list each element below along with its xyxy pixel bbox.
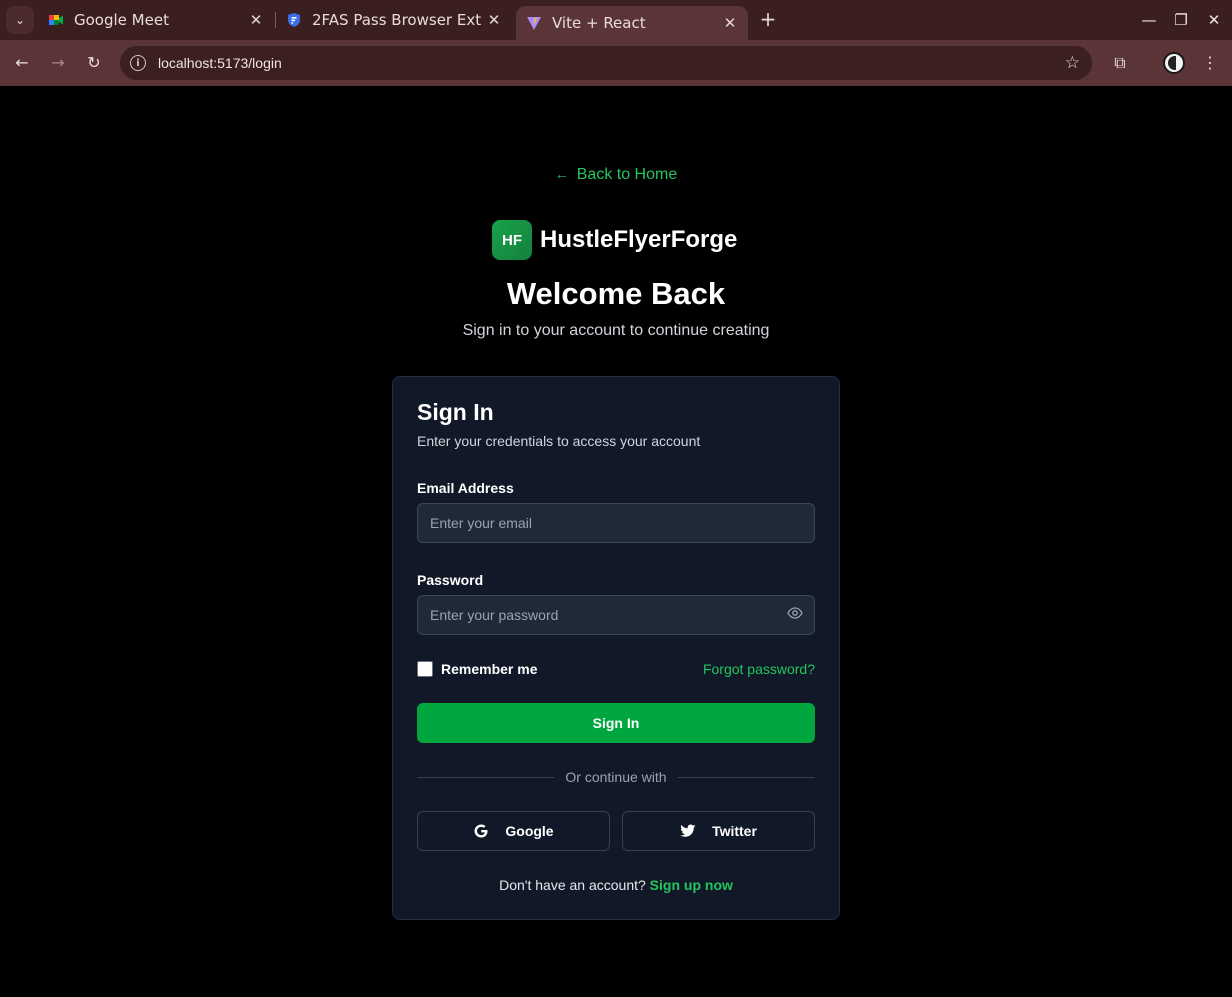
tab-title: Google Meet	[74, 11, 169, 29]
sign-in-button[interactable]: Sign In	[417, 703, 815, 743]
card-title: Sign In	[417, 399, 494, 425]
back-link-label: Back to Home	[576, 166, 678, 183]
browser-tab-strip: ⌄ Google Meet ✕ 2FAS Pass Browser Exter …	[0, 0, 1232, 40]
remember-me-label: Remember me	[441, 661, 538, 677]
profile-avatar-icon[interactable]	[1163, 52, 1185, 74]
eye-icon[interactable]	[787, 607, 803, 619]
more-menu-icon[interactable]: ⋮	[1198, 51, 1222, 75]
close-icon[interactable]: ✕	[718, 14, 742, 32]
brand: HF HustleFlyerForge	[492, 220, 737, 260]
tab-title: 2FAS Pass Browser Exter	[312, 11, 482, 29]
back-to-home-link[interactable]: ← Back to Home	[0, 166, 1232, 184]
remember-me-checkbox[interactable]	[417, 661, 433, 677]
signup-prompt: Don't have an account?	[499, 877, 646, 893]
arrow-left-icon: ←	[554, 166, 569, 182]
login-page: ← Back to Home HF HustleFlyerForge Welcom…	[0, 86, 1232, 997]
twitter-icon	[680, 824, 696, 837]
google-meet-icon	[49, 15, 63, 25]
browser-toolbar: ← → ↻ i localhost:5173/login ☆ ⧉ ⋮	[0, 40, 1232, 86]
bookmark-star-icon[interactable]: ☆	[1065, 53, 1080, 73]
window-close-icon[interactable]: ✕	[1202, 8, 1226, 32]
signup-link[interactable]: Sign up now	[650, 877, 733, 893]
sign-in-card: Sign In Enter your credentials to access…	[392, 376, 840, 920]
google-sign-in-button[interactable]: Google	[417, 811, 610, 851]
google-label: Google	[505, 823, 554, 839]
close-icon[interactable]: ✕	[482, 11, 506, 29]
tab-title: Vite + React	[552, 14, 646, 32]
signup-row: Don't have an account? Sign up now	[393, 877, 839, 893]
site-info-icon[interactable]: i	[130, 55, 146, 71]
remember-me[interactable]: Remember me	[417, 661, 538, 677]
tab-search-button[interactable]: ⌄	[6, 6, 34, 34]
password-label: Password	[417, 572, 484, 588]
url-text: localhost:5173/login	[158, 55, 282, 71]
tab-vite-react[interactable]: Vite + React ✕	[516, 6, 748, 40]
forward-arrow-icon[interactable]: →	[46, 51, 70, 75]
twitter-sign-in-button[interactable]: Twitter	[622, 811, 815, 851]
address-bar[interactable]: i localhost:5173/login ☆	[120, 46, 1092, 80]
vite-icon	[527, 17, 541, 30]
reload-icon[interactable]: ↻	[82, 51, 106, 75]
twofas-icon	[288, 13, 300, 27]
back-arrow-icon[interactable]: ←	[10, 51, 34, 75]
card-subtitle: Enter your credentials to access your ac…	[417, 433, 701, 449]
extensions-icon[interactable]: ⧉	[1108, 51, 1132, 75]
close-icon[interactable]: ✕	[244, 11, 268, 29]
brand-logo: HF	[492, 220, 532, 260]
page-title: Welcome Back	[506, 276, 726, 311]
minimize-icon[interactable]: —	[1137, 8, 1161, 32]
tab-google-meet[interactable]: Google Meet ✕	[38, 0, 274, 40]
email-label: Email Address	[417, 480, 514, 496]
password-field[interactable]	[417, 595, 815, 635]
restore-icon[interactable]: ❐	[1169, 8, 1193, 32]
email-field[interactable]	[417, 503, 815, 543]
new-tab-button[interactable]: +	[756, 8, 780, 32]
divider	[678, 777, 815, 778]
twitter-label: Twitter	[712, 823, 757, 839]
tab-2fas-pass[interactable]: 2FAS Pass Browser Exter ✕	[276, 0, 512, 40]
google-icon	[474, 824, 488, 838]
forgot-password-link[interactable]: Forgot password?	[703, 661, 815, 677]
brand-name: HustleFlyerForge	[540, 226, 738, 253]
page-subtitle: Sign in to your account to continue crea…	[462, 322, 770, 339]
